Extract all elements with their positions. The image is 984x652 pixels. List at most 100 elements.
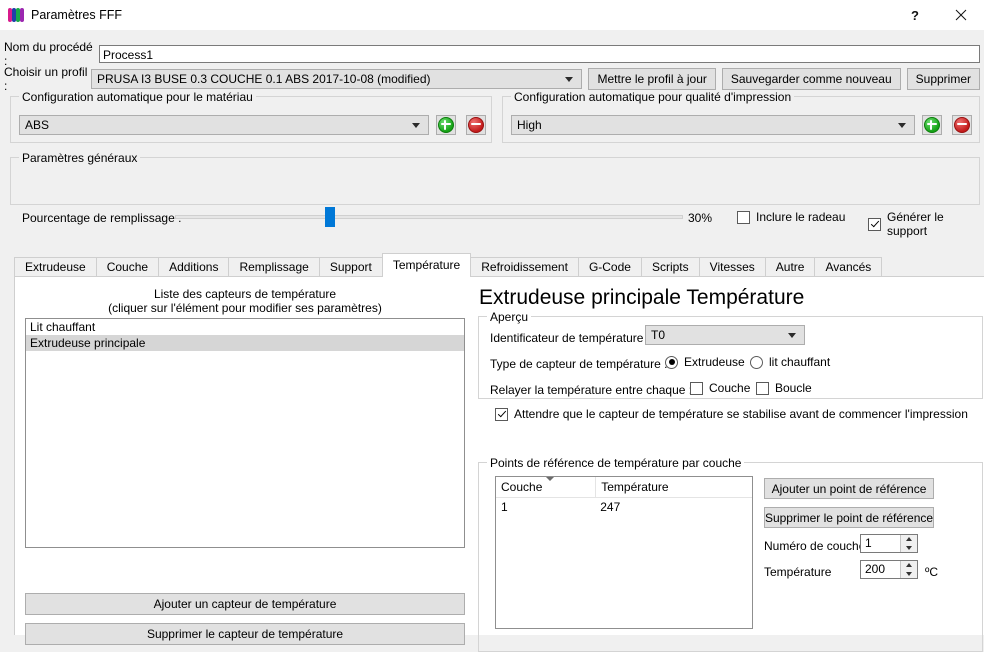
sensor-type-bed-label: lit chauffant	[769, 355, 831, 369]
overview-group: Aperçu Identificateur de température T0 …	[478, 310, 983, 421]
sensor-list-caption-line2: (cliquer sur l'élément pour modifier ses…	[108, 301, 382, 315]
caret-up-icon	[906, 537, 912, 542]
material-select[interactable]: ABS	[19, 115, 429, 135]
infill-percentage-value: 30%	[688, 211, 713, 225]
sensor-type-extruder-radio-row[interactable]: Extrudeuse	[665, 355, 745, 369]
spinner-up-button[interactable]	[901, 561, 917, 570]
dialog-body: Nom du procédé : Process1 Choisir un pro…	[0, 30, 984, 652]
sensor-type-bed-radio-row[interactable]: lit chauffant	[750, 355, 830, 369]
sensor-type-label: Type de capteur de température :	[490, 357, 668, 371]
tab-support[interactable]: Support	[318, 257, 383, 277]
tab-extrudeuse[interactable]: Extrudeuse	[14, 257, 97, 277]
column-header-temperature[interactable]: Température	[595, 477, 752, 497]
sensor-type-extruder-label: Extrudeuse	[684, 355, 745, 369]
spinner-down-button[interactable]	[901, 570, 917, 579]
tab-remplissage[interactable]: Remplissage	[228, 257, 320, 277]
relay-layer-checkbox[interactable]	[690, 381, 703, 395]
support-checkbox-row[interactable]: Générer le support	[868, 210, 984, 238]
setpoints-group: Points de référence de température par c…	[478, 456, 983, 652]
layer-number-stepper[interactable]: 1	[860, 534, 918, 553]
add-quality-button[interactable]	[922, 115, 942, 135]
infill-slider-track[interactable]	[175, 215, 683, 219]
setpoints-group-legend: Points de référence de température par c…	[487, 456, 745, 470]
settings-tabstrip: Extrudeuse Couche Additions Remplissage …	[14, 253, 984, 277]
caret-down-icon	[906, 545, 912, 550]
layer-number-value[interactable]: 1	[861, 535, 900, 552]
setpoint-temperature-stepper[interactable]: 200	[860, 560, 918, 579]
relay-loop-checkbox[interactable]	[756, 381, 769, 395]
raft-label: Inclure le radeau	[756, 210, 846, 224]
setpoints-table[interactable]: Couche Température 1 247	[495, 476, 753, 629]
close-button[interactable]	[938, 0, 984, 30]
relay-loop-checkbox-row[interactable]: Boucle	[756, 381, 812, 395]
support-checkbox[interactable]	[868, 217, 881, 231]
temperature-identifier-value: T0	[651, 328, 666, 342]
general-settings-group: Paramètres généraux	[10, 151, 980, 205]
remove-quality-button[interactable]	[952, 115, 972, 135]
update-profile-button[interactable]: Mettre le profil à jour	[588, 68, 716, 90]
add-setpoint-button[interactable]: Ajouter un point de référence	[764, 478, 934, 499]
spinner-up-button[interactable]	[901, 535, 917, 544]
sensor-type-extruder-radio[interactable]	[665, 355, 678, 369]
tab-refroidissement[interactable]: Refroidissement	[470, 257, 579, 277]
window-controls: ?	[892, 0, 984, 30]
quality-auto-config-group: Configuration automatique pour qualité d…	[502, 90, 980, 143]
raft-checkbox-row[interactable]: Inclure le radeau	[737, 210, 845, 224]
add-material-button[interactable]	[436, 115, 456, 135]
infill-percentage-label: Pourcentage de remplissage :	[22, 211, 182, 225]
remove-sensor-button[interactable]: Supprimer le capteur de température	[25, 623, 465, 645]
caret-down-icon	[906, 571, 912, 576]
sensor-list-caption-line1: Liste des capteurs de température	[153, 287, 337, 301]
tab-temperature[interactable]: Température	[381, 253, 472, 277]
process-name-input[interactable]: Process1	[99, 45, 980, 63]
profile-label: Choisir un profil :	[4, 65, 88, 93]
quality-select[interactable]: High	[511, 115, 915, 135]
temperature-spinner-buttons[interactable]	[900, 561, 917, 578]
quality-group-legend: Configuration automatique pour qualité d…	[511, 90, 795, 104]
sensor-list-caption: Liste des capteurs de température (cliqu…	[25, 287, 465, 315]
plus-circle-icon	[438, 117, 454, 133]
wait-stabilize-checkbox[interactable]	[495, 407, 508, 421]
chevron-down-icon	[565, 77, 574, 82]
raft-checkbox[interactable]	[737, 210, 750, 224]
relay-layer-checkbox-row[interactable]: Couche	[690, 381, 750, 395]
spinner-down-button[interactable]	[901, 544, 917, 553]
add-sensor-button[interactable]: Ajouter un capteur de température	[25, 593, 465, 615]
detail-title: Extrudeuse principale Température	[479, 286, 805, 309]
relay-loop-label: Boucle	[775, 381, 812, 395]
wait-stabilize-checkbox-row[interactable]: Attendre que le capteur de température s…	[495, 407, 968, 421]
setpoint-temperature-value[interactable]: 200	[861, 561, 900, 578]
list-item[interactable]: Lit chauffant	[26, 319, 464, 335]
infill-slider-thumb[interactable]	[325, 207, 335, 227]
save-as-new-button[interactable]: Sauvegarder comme nouveau	[721, 68, 901, 90]
layer-number-spinner-buttons[interactable]	[900, 535, 917, 552]
tab-couche[interactable]: Couche	[95, 257, 160, 277]
close-icon	[955, 9, 967, 21]
remove-setpoint-button[interactable]: Supprimer le point de référence	[764, 507, 934, 528]
tab-gcode[interactable]: G-Code	[577, 257, 642, 277]
tab-additions[interactable]: Additions	[158, 257, 230, 277]
support-label: Générer le support	[887, 210, 944, 238]
window-title: Paramètres FFF	[31, 8, 122, 22]
relay-layer-label: Couche	[709, 381, 751, 395]
delete-profile-button[interactable]: Supprimer	[906, 68, 980, 90]
tab-avances[interactable]: Avancés	[814, 257, 883, 277]
table-row[interactable]: 1 247	[496, 498, 752, 516]
sensor-listbox[interactable]: Lit chauffant Extrudeuse principale	[25, 318, 465, 548]
chevron-down-icon	[412, 123, 420, 128]
process-name-row: Nom du procédé : Process1	[4, 40, 980, 68]
temperature-identifier-select[interactable]: T0	[645, 325, 805, 345]
remove-material-button[interactable]	[466, 115, 486, 135]
cell-temperature: 247	[600, 500, 621, 514]
sensor-type-bed-radio[interactable]	[750, 355, 763, 369]
tab-vitesses[interactable]: Vitesses	[698, 257, 766, 277]
app-logo-icon	[8, 7, 24, 23]
material-auto-config-group: Configuration automatique pour le matéri…	[10, 90, 492, 143]
list-item[interactable]: Extrudeuse principale	[26, 335, 464, 351]
help-button[interactable]: ?	[892, 0, 938, 30]
profile-select[interactable]: PRUSA I3 BUSE 0.3 COUCHE 0.1 ABS 2017-10…	[91, 69, 583, 89]
plus-circle-icon	[924, 117, 940, 133]
wait-stabilize-label: Attendre que le capteur de température s…	[514, 407, 968, 421]
tab-autre[interactable]: Autre	[764, 257, 816, 277]
tab-scripts[interactable]: Scripts	[640, 257, 700, 277]
